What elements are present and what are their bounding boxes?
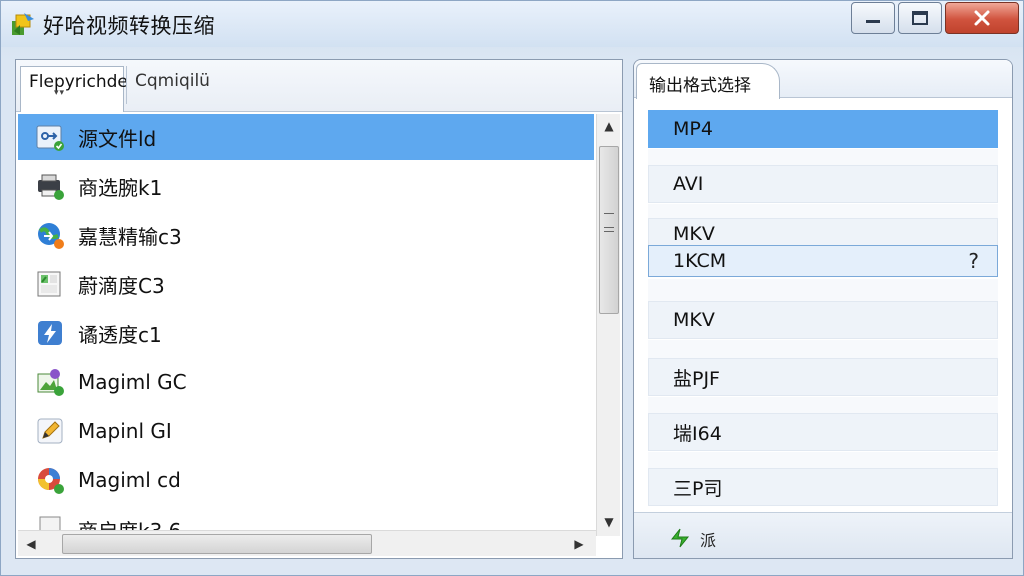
pencil-icon [37,418,63,444]
file-name: Magiml GC [78,370,187,394]
maximize-icon [912,11,928,25]
format-option-mkv-2[interactable]: MKV [648,301,998,339]
globe-icon [38,223,64,249]
format-label: MKV [673,223,715,245]
tab-compression[interactable]: Cqmiqilü [126,66,226,104]
grip-line [604,227,614,228]
tab-files[interactable]: Flepyrichde [20,66,128,112]
photo-edit-icon [37,369,64,396]
grip-line [604,231,614,232]
format-label: 1KCM [673,250,727,272]
file-name: 谲透度c1 [78,322,162,347]
green-arrow-icon[interactable] [668,527,692,549]
format-label: AVI [673,173,704,195]
file-list: 源文件ld 商选腕k1 嘉慧精输c3 蔚滴度C3 谲透度c1 Magiml GC… [18,114,594,534]
list-item[interactable]: Magiml cd [18,457,594,503]
list-item[interactable]: 商选腕k1 [18,163,594,209]
maximize-button[interactable] [898,2,942,34]
title-bar[interactable]: 好哈视频转换压缩 [1,1,1023,47]
format-label: 盐PJF [673,367,720,390]
row-divider [648,279,998,301]
format-label: 三P司 [673,477,723,500]
disc-icon [38,468,64,494]
tab-compression-label: Cqmiqilü [135,71,210,91]
file-name: 源文件ld [78,126,157,151]
help-icon[interactable]: ? [968,249,979,273]
app-logo-icon [12,13,34,35]
scroll-up-icon[interactable]: ▲ [597,114,621,138]
close-button[interactable] [945,2,1019,34]
horizontal-scroll-thumb[interactable] [62,534,372,554]
image-icon [37,271,61,297]
format-panel-header: 输出格式选择 [634,60,1012,99]
format-panel-footer: 派 [634,512,1012,558]
format-list: MP4 AVI MKV 1KCM ? MKV 盐PJF 㙐I64 三P司 [634,98,1012,510]
file-name: 蔚滴度C3 [78,273,165,298]
file-panel: Flepyrichde ▾▾ Cqmiqilü 源文件ld 商选腕k1 嘉慧精输… [15,59,623,559]
row-divider [648,397,998,413]
list-item[interactable]: 蔚滴度C3 [18,261,594,307]
scroll-down-icon[interactable]: ▼ [597,510,621,534]
tab-files-label: Flepyrichde [29,72,128,92]
grip-line [604,213,614,214]
list-item[interactable]: 源文件ld [18,114,594,160]
format-option-mp4[interactable]: MP4 [648,110,998,148]
sort-indicator-icon[interactable]: ▾▾ [54,88,65,98]
scroll-right-icon[interactable]: ▶ [566,531,592,557]
footer-label: 派 [700,531,717,550]
format-option-7[interactable]: 㙐I64 [648,413,998,451]
scroll-left-icon[interactable]: ◀ [18,531,44,557]
file-link-icon [36,125,64,151]
vertical-scrollbar[interactable]: ▲ ▼ [596,114,620,536]
format-option-avi[interactable]: AVI [648,165,998,203]
list-item[interactable]: 嘉慧精输c3 [18,212,594,258]
file-name: Mapinl GI [78,419,172,443]
list-item[interactable]: 谲透度c1 [18,310,594,356]
vertical-scroll-thumb[interactable] [599,146,619,314]
format-option-mkv[interactable]: MKV [648,218,998,246]
row-divider [648,340,998,358]
horizontal-scrollbar[interactable]: ◀ ▶ [18,530,596,556]
row-divider [648,452,998,468]
window-title: 好哈视频转换压缩 [43,14,215,38]
row-divider [648,149,998,165]
format-option-6[interactable]: 盐PJF [648,358,998,396]
tab-output-format-label: 输出格式选择 [649,76,751,96]
printer-icon [38,174,64,200]
file-name: Magiml cd [78,468,181,492]
format-option-1kcm[interactable]: 1KCM ? [648,245,998,277]
minimize-button[interactable] [851,2,895,34]
format-label: MP4 [673,118,713,140]
format-option-8[interactable]: 三P司 [648,468,998,506]
file-name: 嘉慧精输c3 [78,224,182,249]
close-icon [974,10,990,26]
minimize-icon [866,20,880,23]
format-label: MKV [673,309,715,331]
format-label: 㙐I64 [673,422,722,445]
format-panel: 输出格式选择 MP4 AVI MKV 1KCM ? MKV 盐PJF 㙐I64 … [633,59,1013,559]
file-name: 商选腕k1 [78,175,163,200]
list-item[interactable]: Mapinl GI [18,408,594,454]
list-item[interactable]: Magiml GC [18,359,594,405]
file-panel-tabbar: Flepyrichde ▾▾ Cqmiqilü [16,60,622,112]
tab-output-format[interactable]: 输出格式选择 [636,63,780,99]
app-window: 好哈视频转换压缩 Flepyrichde ▾▾ Cqmiqilü 源文件ld 商… [0,0,1024,576]
flash-icon [38,321,62,345]
